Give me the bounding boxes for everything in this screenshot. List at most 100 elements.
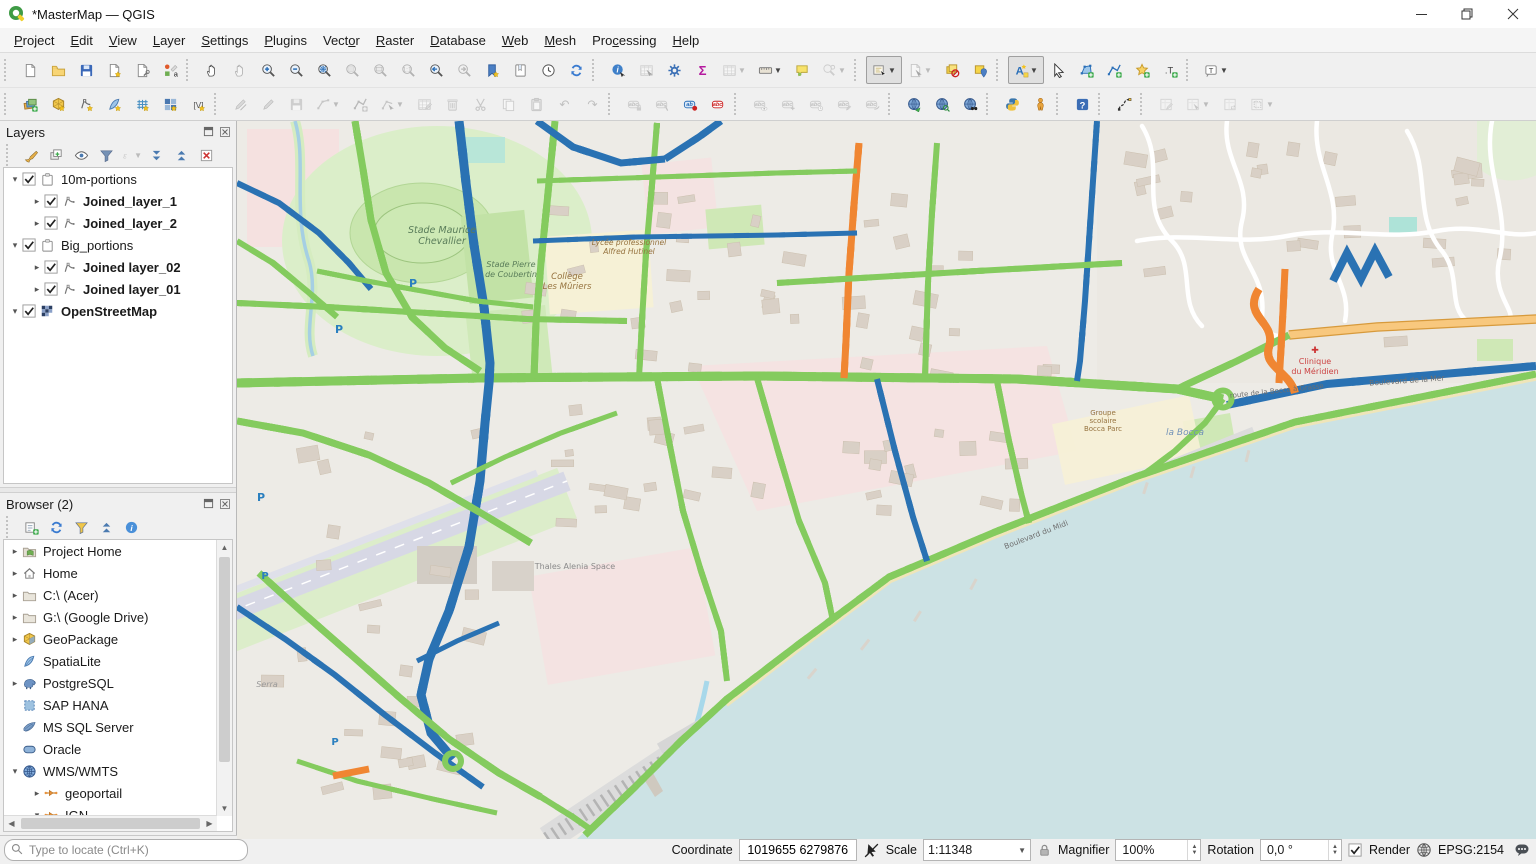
browser-item-project-home[interactable]: ▸Project Home bbox=[4, 540, 232, 562]
browser-item-sap-hana[interactable]: SAP HANA bbox=[4, 694, 232, 716]
layers-close-icon[interactable] bbox=[220, 125, 230, 140]
network-route-tool-button[interactable] bbox=[1110, 90, 1138, 118]
temporal-controller-button[interactable] bbox=[534, 56, 562, 84]
expander-icon[interactable]: ▸ bbox=[8, 678, 22, 689]
visibility-checkbox[interactable] bbox=[44, 216, 59, 231]
zoom-out-button[interactable] bbox=[282, 56, 310, 84]
zoom-to-selection-button[interactable] bbox=[338, 56, 366, 84]
new-mesh-layer-button[interactable] bbox=[128, 90, 156, 118]
browser-item-spatialite[interactable]: SpatiaLite bbox=[4, 650, 232, 672]
layer-item-10m-portions[interactable]: ▾10m-portions bbox=[4, 168, 232, 190]
menu-web[interactable]: Web bbox=[494, 31, 537, 50]
expander-icon[interactable]: ▸ bbox=[8, 590, 22, 601]
expander-icon[interactable]: ▸ bbox=[30, 262, 44, 273]
menu-database[interactable]: Database bbox=[422, 31, 494, 50]
pan-map-button[interactable] bbox=[198, 56, 226, 84]
new-raster-layer-button[interactable] bbox=[156, 90, 184, 118]
menu-settings[interactable]: Settings bbox=[193, 31, 256, 50]
curved-labels-button[interactable]: abc bbox=[858, 90, 886, 118]
select-features-by-form-button[interactable]: ▼ bbox=[902, 56, 938, 84]
expander-icon[interactable]: ▸ bbox=[30, 284, 44, 295]
change-label-properties-button[interactable]: abc bbox=[830, 90, 858, 118]
enable-disable-properties-button[interactable]: i bbox=[119, 515, 143, 539]
save-layer-edits-button[interactable] bbox=[282, 90, 310, 118]
expander-icon[interactable]: ▾ bbox=[8, 240, 22, 251]
add-selected-layers-button[interactable] bbox=[19, 515, 43, 539]
manage-map-themes-button[interactable] bbox=[69, 143, 93, 167]
visibility-checkbox[interactable] bbox=[44, 194, 59, 209]
visibility-checkbox[interactable] bbox=[22, 172, 37, 187]
expand-all-button[interactable] bbox=[144, 143, 168, 167]
new-spatial-bookmark-button[interactable] bbox=[478, 56, 506, 84]
select-features-by-value-button[interactable] bbox=[966, 56, 994, 84]
crs-label[interactable]: EPSG:2154 bbox=[1438, 843, 1504, 857]
zoom-native-resolution-button[interactable]: 1:1 bbox=[394, 56, 422, 84]
identify-features-button[interactable]: i bbox=[604, 56, 632, 84]
show-layout-manager-button[interactable] bbox=[128, 56, 156, 84]
show-statistical-summary-button[interactable]: Σ bbox=[688, 56, 716, 84]
modify-attributes-button[interactable] bbox=[410, 90, 438, 118]
browser-item-ms-sql-server[interactable]: MS SQL Server bbox=[4, 716, 232, 738]
refresh-map-button[interactable] bbox=[562, 56, 590, 84]
vscroll-thumb[interactable] bbox=[219, 557, 230, 762]
rotate-label-button[interactable]: abc bbox=[802, 90, 830, 118]
layer-item-joined-layer-2[interactable]: ▸Joined_layer_2 bbox=[4, 212, 232, 234]
expander-icon[interactable]: ▸ bbox=[30, 196, 44, 207]
menu-layer[interactable]: Layer bbox=[145, 31, 194, 50]
measure-line-button[interactable]: ▼ bbox=[752, 56, 788, 84]
magnifier-spinner[interactable]: 100%▲▼ bbox=[1115, 839, 1201, 861]
osm-place-search-button[interactable] bbox=[956, 90, 984, 118]
refresh-browser-button[interactable] bbox=[44, 515, 68, 539]
open-layer-styling-panel-button[interactable] bbox=[19, 143, 43, 167]
move-label-button[interactable]: abc bbox=[774, 90, 802, 118]
toggle-editing-button[interactable] bbox=[254, 90, 282, 118]
menu-edit[interactable]: Edit bbox=[62, 31, 100, 50]
menu-help[interactable]: Help bbox=[664, 31, 707, 50]
pan-to-selection-button[interactable] bbox=[226, 56, 254, 84]
copy-features-button[interactable] bbox=[494, 90, 522, 118]
visibility-checkbox[interactable] bbox=[44, 260, 59, 275]
new-spatialite-layer-button[interactable] bbox=[100, 90, 128, 118]
processing-toolbox-button[interactable] bbox=[660, 56, 688, 84]
filter-by-expression-button[interactable]: ε▼ bbox=[119, 143, 143, 167]
quickmapservices-button[interactable] bbox=[900, 90, 928, 118]
map-tips-button[interactable] bbox=[788, 56, 816, 84]
expander-icon[interactable]: ▸ bbox=[8, 546, 22, 557]
vertex-tool-button[interactable]: ▼ bbox=[374, 90, 410, 118]
visibility-checkbox[interactable] bbox=[22, 238, 37, 253]
layer-item-big-portions[interactable]: ▾Big_portions bbox=[4, 234, 232, 256]
messages-icon[interactable] bbox=[1514, 842, 1530, 858]
menu-mesh[interactable]: Mesh bbox=[536, 31, 584, 50]
browser-item-home[interactable]: ▸Home bbox=[4, 562, 232, 584]
expander-icon[interactable]: ▾ bbox=[8, 306, 22, 317]
hscroll-thumb[interactable] bbox=[21, 818, 200, 829]
layout-scalebar-button[interactable]: ⇄ bbox=[1216, 90, 1244, 118]
layer-item-joined-layer-1[interactable]: ▸Joined_layer_1 bbox=[4, 190, 232, 212]
new-shapefile-layer-button[interactable] bbox=[72, 90, 100, 118]
browser-item-geopackage[interactable]: ▸GeoPackage bbox=[4, 628, 232, 650]
browser-item-g-google-drive-[interactable]: ▸G:\ (Google Drive) bbox=[4, 606, 232, 628]
redo-button[interactable]: ↷ bbox=[578, 90, 606, 118]
browser-item-c-acer-[interactable]: ▸C:\ (Acer) bbox=[4, 584, 232, 606]
create-text-annotation-button[interactable]: .T bbox=[1156, 56, 1184, 84]
browser-item-geoportail[interactable]: ▸geoportail bbox=[4, 782, 232, 804]
browser-item-wms-wmts[interactable]: ▾WMS/WMTS bbox=[4, 760, 232, 782]
collapse-all-button[interactable] bbox=[169, 143, 193, 167]
map-canvas[interactable]: Stade MauriceChevallierStade Pierrede Co… bbox=[237, 121, 1536, 835]
undo-button[interactable]: ↶ bbox=[550, 90, 578, 118]
expander-icon[interactable]: ▸ bbox=[8, 612, 22, 623]
remove-layer-button[interactable] bbox=[194, 143, 218, 167]
expander-icon[interactable]: ▾ bbox=[8, 174, 22, 185]
visibility-checkbox[interactable] bbox=[44, 282, 59, 297]
rotation-spinner[interactable]: 0,0 °▲▼ bbox=[1260, 839, 1342, 861]
new-virtual-layer-button[interactable]: [V] bbox=[184, 90, 212, 118]
digitize-with-segment-button[interactable]: ▼ bbox=[310, 90, 346, 118]
expander-icon[interactable]: ▸ bbox=[8, 568, 22, 579]
menu-plugins[interactable]: Plugins bbox=[256, 31, 315, 50]
menu-view[interactable]: View bbox=[101, 31, 145, 50]
delete-selected-button[interactable] bbox=[438, 90, 466, 118]
zoom-next-button[interactable] bbox=[450, 56, 478, 84]
coordinate-input[interactable] bbox=[739, 839, 857, 861]
style-manager-button[interactable]: a bbox=[156, 56, 184, 84]
search-layers-button[interactable] bbox=[928, 90, 956, 118]
